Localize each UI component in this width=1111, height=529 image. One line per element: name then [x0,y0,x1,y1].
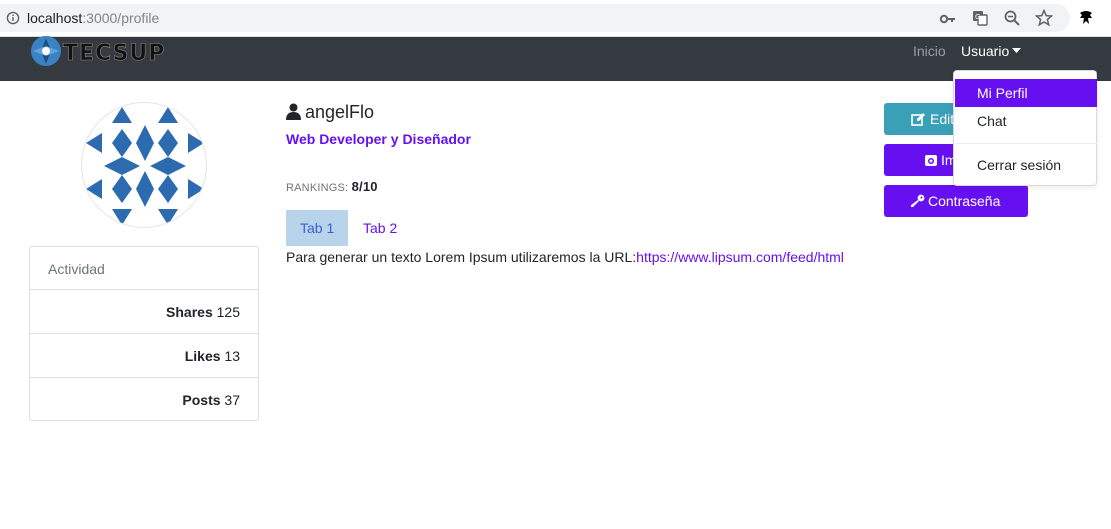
svg-text:G: G [975,13,980,21]
url-host: localhost [27,10,83,26]
brand-text: TECSUP [63,41,165,66]
avatar [81,102,207,228]
activity-value: 125 [216,304,240,320]
content-text: Para generar un texto Lorem Ipsum utiliz… [286,249,637,265]
menu-divider [955,143,1097,144]
logo-mark-icon [31,36,61,66]
tecsup-logo[interactable]: TECSUP [28,35,188,69]
info-icon[interactable] [6,11,20,25]
menu-item-chat[interactable]: Chat [955,107,1097,135]
url-text[interactable]: localhost:3000/profile [27,10,159,26]
nav-inicio[interactable]: Inicio [913,43,946,59]
tab-2[interactable]: Tab 2 [349,210,411,246]
user-icon [286,103,301,120]
activity-title: Actividad [30,247,258,290]
camera-icon [925,155,937,166]
tab-1[interactable]: Tab 1 [286,210,349,246]
lipsum-link[interactable]: https://www.lipsum.com/feed/html [636,249,844,265]
password-button[interactable]: Contraseña [884,185,1028,217]
username-text: angelFlo [305,102,375,122]
profile-username: angelFlo [286,102,374,123]
nav-usuario[interactable]: Usuario [961,43,1022,59]
rankings-value: 8/10 [351,179,378,194]
activity-label: Shares [166,304,213,320]
activity-row-likes: Likes 13 [30,334,258,378]
activity-card: Actividad Shares 125 Likes 13 Posts 37 [29,246,259,421]
activity-label: Likes [184,348,221,364]
rankings-label: RANKINGS: [286,182,349,194]
activity-row-posts: Posts 37 [30,378,258,422]
extension-icon[interactable] [1077,9,1095,27]
tab-content: Para generar un texto Lorem Ipsum utiliz… [286,249,844,265]
caret-down-icon [1012,48,1022,53]
star-icon[interactable] [1035,9,1053,27]
key-icon[interactable] [939,10,957,28]
rankings: RANKINGS: 8/10 [286,179,378,194]
avatar-pattern-icon [84,105,206,227]
menu-item-cerrar-sesion[interactable]: Cerrar sesión [955,151,1097,179]
profile-role: Web Developer y Diseñador [286,131,471,147]
activity-value: 37 [224,392,240,408]
navbar: TECSUP Inicio Usuario [0,35,1111,81]
activity-label: Posts [182,392,221,408]
password-label: Contraseña [928,193,1001,209]
url-path: :3000/profile [82,10,160,26]
activity-row-shares: Shares 125 [30,290,258,334]
nav-usuario-label: Usuario [961,43,1010,59]
translate-icon[interactable]: G [971,9,989,27]
activity-value: 13 [224,348,240,364]
address-bar[interactable]: localhost:3000/profile G [0,4,1070,32]
key-icon [911,194,925,207]
edit-icon [911,113,925,126]
menu-item-mi-perfil[interactable]: Mi Perfil [955,79,1097,107]
zoom-icon[interactable] [1003,9,1021,27]
browser-toolbar: localhost:3000/profile G [0,0,1111,37]
user-dropdown-menu: Mi Perfil Chat Cerrar sesión [953,70,1097,186]
